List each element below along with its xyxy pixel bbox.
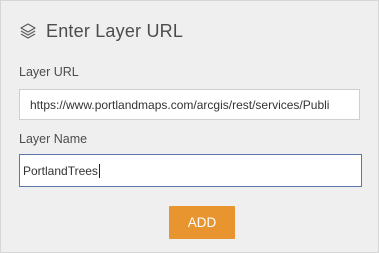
layers-icon — [19, 22, 37, 40]
layer-url-value: https://www.portlandmaps.com/arcgis/rest… — [30, 97, 330, 112]
layer-name-label: Layer Name — [19, 132, 88, 146]
add-button[interactable]: ADD — [169, 206, 235, 239]
panel-title: Enter Layer URL — [46, 20, 184, 41]
layer-name-input[interactable]: PortlandTrees — [19, 154, 362, 187]
panel-header: Enter Layer URL — [19, 20, 183, 42]
text-cursor — [98, 163, 100, 178]
layer-name-value: PortlandTrees — [23, 163, 98, 178]
layer-url-input[interactable]: https://www.portlandmaps.com/arcgis/rest… — [19, 89, 360, 120]
add-layer-panel: Enter Layer URL Layer URL https://www.po… — [0, 0, 379, 253]
layer-url-label: Layer URL — [19, 65, 79, 79]
